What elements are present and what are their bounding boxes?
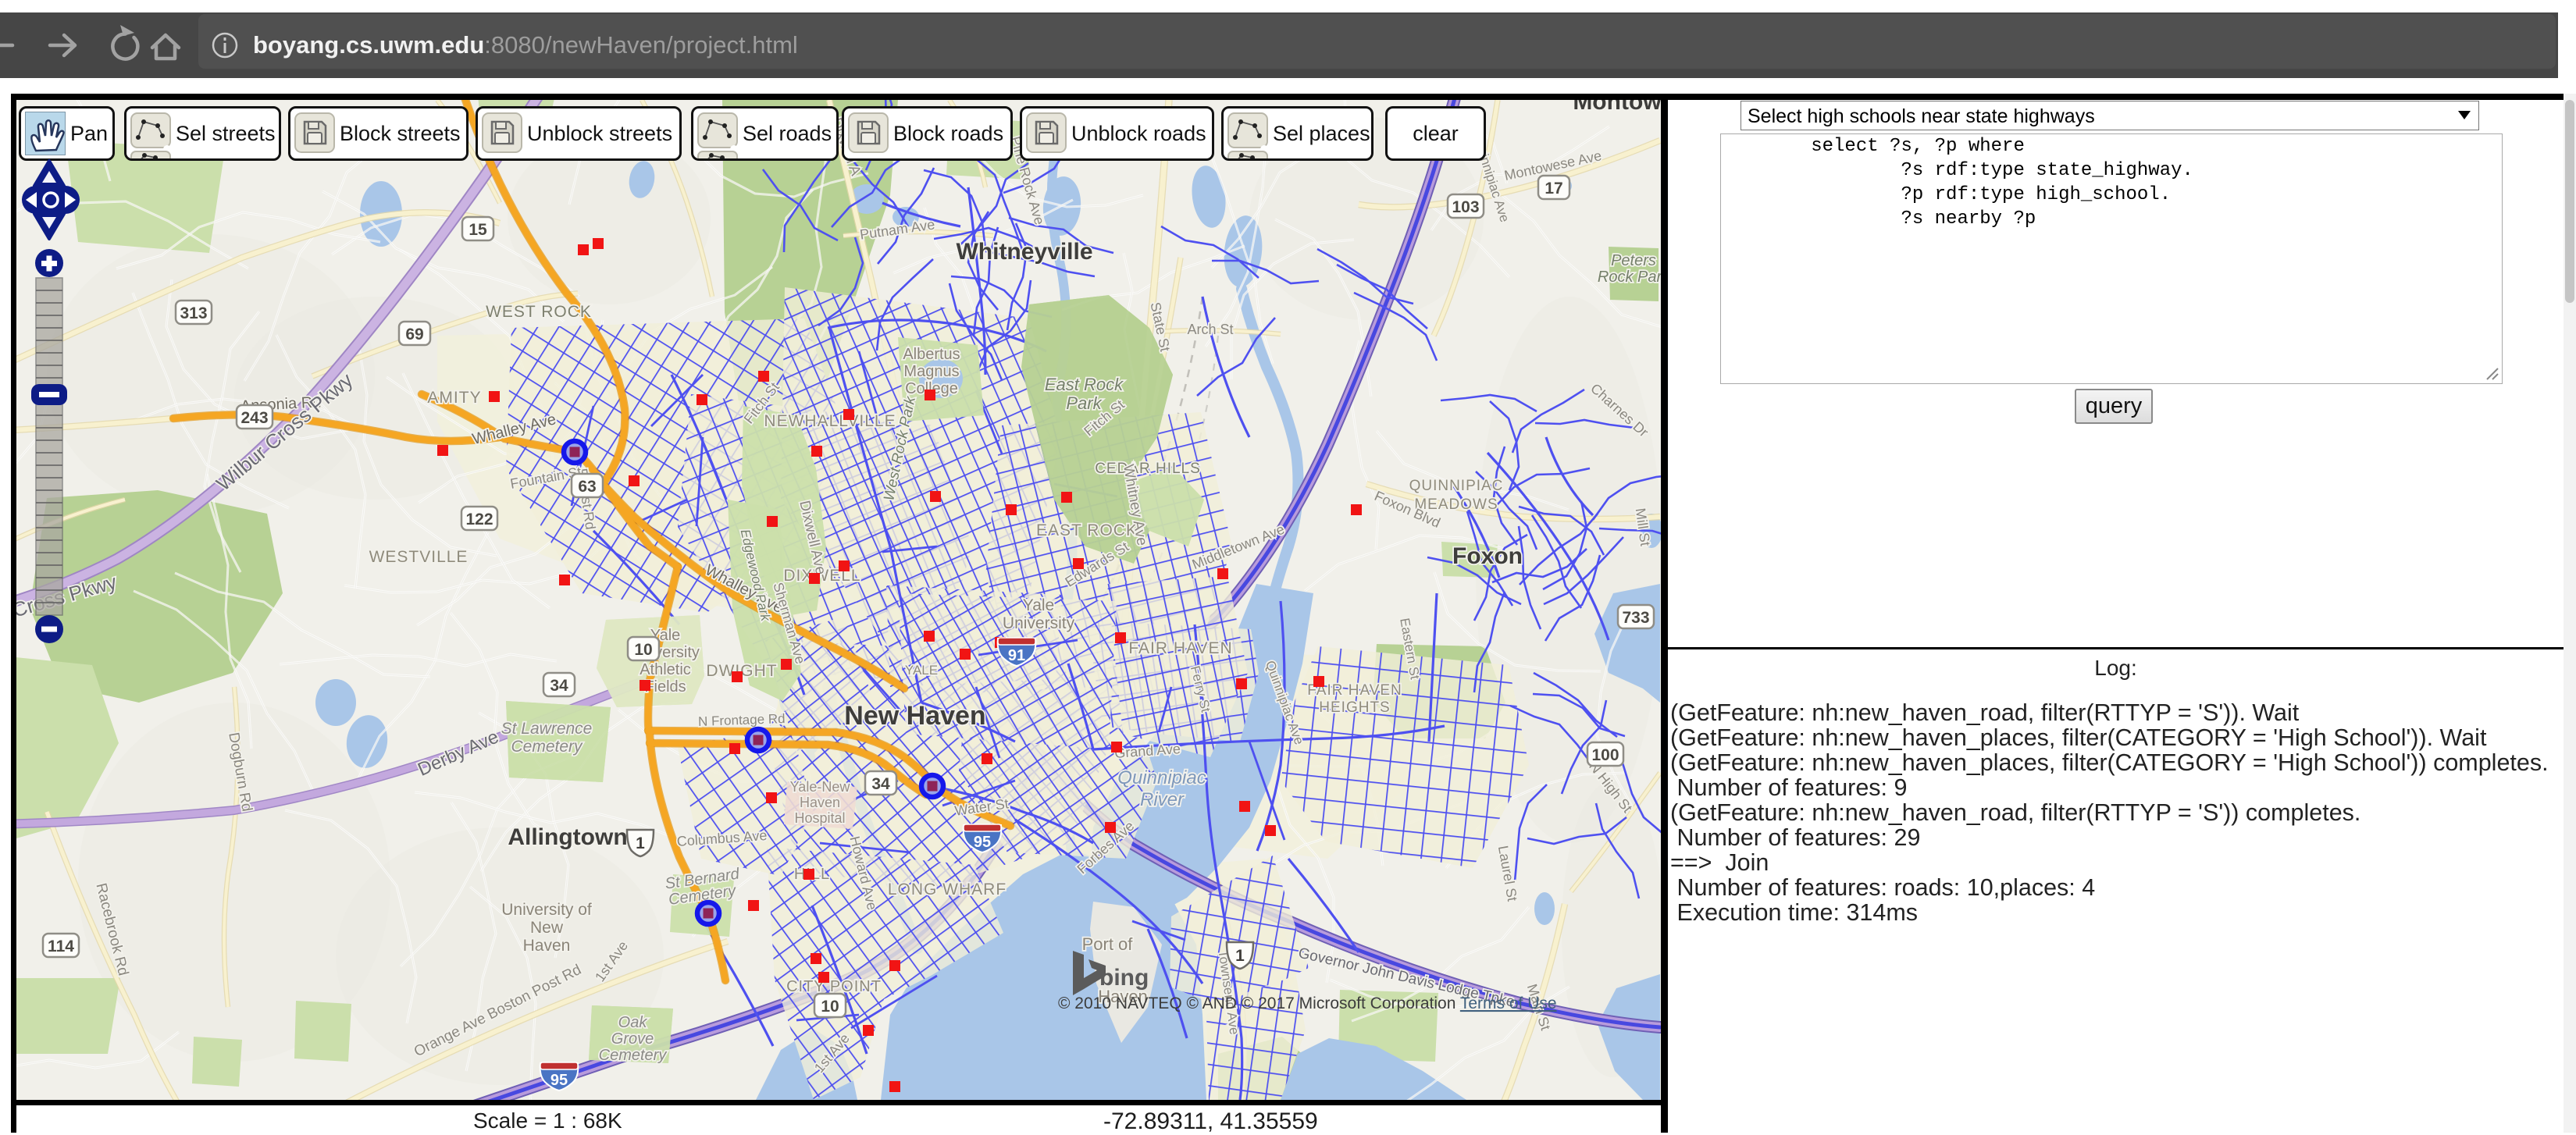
svg-text:34: 34 [871,775,890,793]
svg-text:63: 63 [578,478,596,496]
svg-text:Hospital: Hospital [794,810,845,826]
svg-text:Cemetery: Cemetery [599,1047,668,1064]
svg-text:WESTVILLE: WESTVILLE [369,548,469,566]
svg-text:1: 1 [1235,947,1245,965]
svg-text:313: 313 [180,304,207,322]
svg-text:FAIR HAVEN: FAIR HAVEN [1128,639,1232,657]
svg-text:YALE: YALE [905,663,938,678]
svg-text:bing: bing [1099,965,1149,991]
svg-text:Haven: Haven [800,795,840,810]
svg-text:NEWHALLVILLE: NEWHALLVILLE [764,412,896,430]
svg-text:Oak: Oak [618,1014,648,1031]
svg-text:WEST ROCK: WEST ROCK [486,303,592,321]
svg-text:15: 15 [469,221,487,239]
svg-text:Foxon: Foxon [1452,543,1523,569]
svg-text:91: 91 [1008,647,1025,664]
svg-text:River: River [1140,789,1185,810]
svg-text:St Lawrence: St Lawrence [501,720,593,738]
svg-text:10: 10 [821,998,839,1016]
svg-text:Haven: Haven [523,937,571,955]
svg-text:103: 103 [1452,198,1479,216]
svg-text:East Rock: East Rock [1045,375,1124,394]
svg-text:Peters: Peters [1611,252,1656,269]
svg-text:Albertus: Albertus [903,346,960,363]
svg-text:Rock Park: Rock Park [1598,269,1661,286]
svg-text:1: 1 [636,834,645,852]
svg-text:Magnus: Magnus [903,363,959,380]
svg-text:Quinnipiac: Quinnipiac [1117,767,1206,788]
svg-text:Arch St: Arch St [1187,322,1233,337]
svg-text:HEIGHTS: HEIGHTS [1319,699,1390,716]
svg-text:Athletic: Athletic [640,661,691,678]
svg-text:122: 122 [465,511,493,528]
svg-text:17: 17 [1545,180,1562,197]
svg-text:Grove: Grove [611,1030,654,1048]
svg-text:114: 114 [48,938,74,955]
svg-text:Park: Park [1066,393,1102,413]
svg-text:Cemetery: Cemetery [511,738,583,756]
svg-text:University of: University of [501,901,592,919]
svg-text:34: 34 [550,677,568,695]
svg-text:University: University [1003,614,1075,632]
svg-text:Allingtown: Allingtown [508,824,627,850]
svg-text:733: 733 [1622,609,1649,627]
svg-text:New: New [530,919,564,937]
svg-text:AMITY: AMITY [427,389,481,407]
svg-text:CEDAR HILLS: CEDAR HILLS [1095,461,1201,477]
svg-text:LONG WHARF: LONG WHARF [888,881,1007,898]
svg-text:QUINNIPIAC: QUINNIPIAC [1409,478,1504,494]
svg-text:10: 10 [634,641,652,659]
svg-text:69: 69 [405,326,423,343]
svg-text:© 2010 NAVTEQ © AND © 2017 Mic: © 2010 NAVTEQ © AND © 2017 Microsoft Cor… [1058,994,1557,1012]
svg-text:95: 95 [974,834,991,851]
svg-text:Whitneyville: Whitneyville [956,239,1092,265]
svg-text:Fields: Fields [644,678,686,696]
svg-text:Port of: Port of [1082,934,1134,954]
svg-text:Montowese: Montowese [1573,100,1661,115]
svg-text:100: 100 [1591,746,1619,764]
svg-text:Yale-New: Yale-New [790,779,851,795]
svg-text:EAST ROCK: EAST ROCK [1036,521,1138,539]
svg-text:N Frontage Rd: N Frontage Rd [698,711,786,729]
svg-text:New Haven: New Haven [844,701,985,731]
svg-text:243: 243 [240,409,268,427]
svg-text:CITY POINT: CITY POINT [786,978,882,995]
svg-text:Yale: Yale [1023,596,1054,614]
svg-text:95: 95 [550,1072,568,1089]
